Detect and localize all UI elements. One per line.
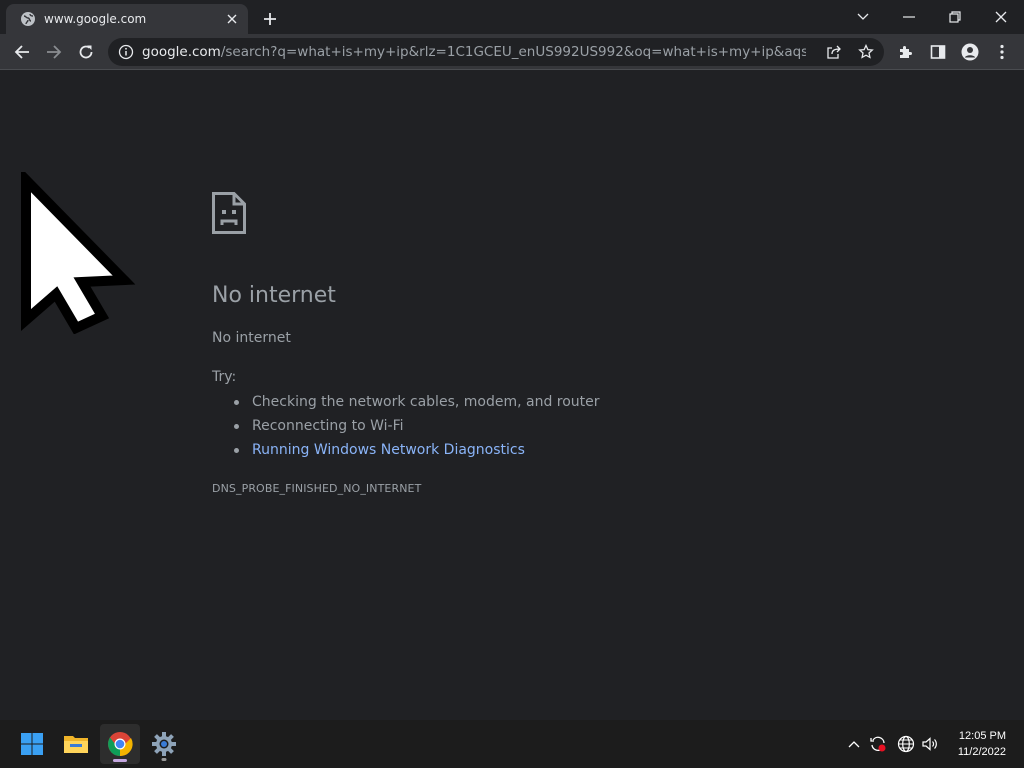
show-hidden-icons-chevron-up-icon[interactable]: [844, 734, 864, 754]
site-info-icon[interactable]: [118, 44, 134, 60]
error-code: DNS_PROBE_FINISHED_NO_INTERNET: [212, 482, 422, 495]
close-window-button[interactable]: [984, 4, 1018, 30]
try-label: Try:: [212, 369, 237, 385]
google-chrome-taskbar-icon[interactable]: [100, 724, 140, 764]
close-tab-icon[interactable]: [222, 9, 242, 29]
taskbar-clock[interactable]: 12:05 PM 11/2/2022: [958, 728, 1006, 760]
windows-taskbar: 12:05 PM 11/2/2022: [0, 720, 1024, 768]
error-subtitle: No internet: [212, 330, 291, 346]
tab-title: www.google.com: [44, 12, 147, 26]
address-bar[interactable]: google.com/search?q=what+is+my+ip&rlz=1C…: [108, 38, 884, 66]
volume-icon[interactable]: [920, 734, 940, 754]
browser-toolbar: google.com/search?q=what+is+my+ip&rlz=1C…: [0, 34, 1024, 70]
suggestion-item: Checking the network cables, modem, and …: [232, 391, 600, 415]
error-title: No internet: [212, 283, 336, 308]
tab-strip: www.google.com: [0, 0, 1024, 34]
url-host: google.com: [142, 44, 221, 60]
extensions-puzzle-icon[interactable]: [892, 38, 920, 66]
minimize-button[interactable]: [892, 4, 926, 30]
sync-status-icon[interactable]: [868, 734, 888, 754]
forward-button[interactable]: [40, 38, 68, 66]
clock-time: 12:05 PM: [958, 730, 1006, 742]
url-path: /search?q=what+is+my+ip&rlz=1C1GCEU_enUS…: [220, 44, 806, 60]
side-panel-icon[interactable]: [924, 38, 952, 66]
share-icon[interactable]: [823, 42, 845, 62]
network-globe-icon[interactable]: [896, 734, 916, 754]
suggestion-item: Reconnecting to Wi-Fi: [232, 415, 600, 439]
globe-icon: [20, 11, 36, 27]
more-menu-icon[interactable]: [988, 38, 1016, 66]
active-app-indicator: [113, 759, 127, 762]
windows-start-icon[interactable]: [12, 724, 52, 764]
clock-date: 11/2/2022: [957, 746, 1006, 758]
network-diagnostics-link[interactable]: Running Windows Network Diagnostics: [232, 439, 600, 463]
profile-avatar-icon[interactable]: [956, 38, 984, 66]
file-explorer-icon[interactable]: [56, 724, 96, 764]
url-text: google.com/search?q=what+is+my+ip&rlz=1C…: [142, 44, 806, 60]
page-content: No internet No internet Try: Checking th…: [0, 71, 1024, 720]
tab-search-chevron-down-icon[interactable]: [846, 4, 880, 30]
restore-button[interactable]: [938, 4, 972, 30]
settings-gear-icon[interactable]: [144, 724, 184, 764]
suggestion-list: Checking the network cables, modem, and …: [232, 391, 600, 463]
sad-page-icon: [212, 192, 246, 234]
back-button[interactable]: [8, 38, 36, 66]
mouse-pointer-icon: [21, 172, 136, 334]
running-app-indicator: [161, 758, 167, 761]
browser-tab[interactable]: www.google.com: [6, 4, 248, 34]
new-tab-button[interactable]: [258, 7, 282, 31]
bookmark-star-icon[interactable]: [855, 42, 877, 62]
reload-button[interactable]: [72, 38, 100, 66]
